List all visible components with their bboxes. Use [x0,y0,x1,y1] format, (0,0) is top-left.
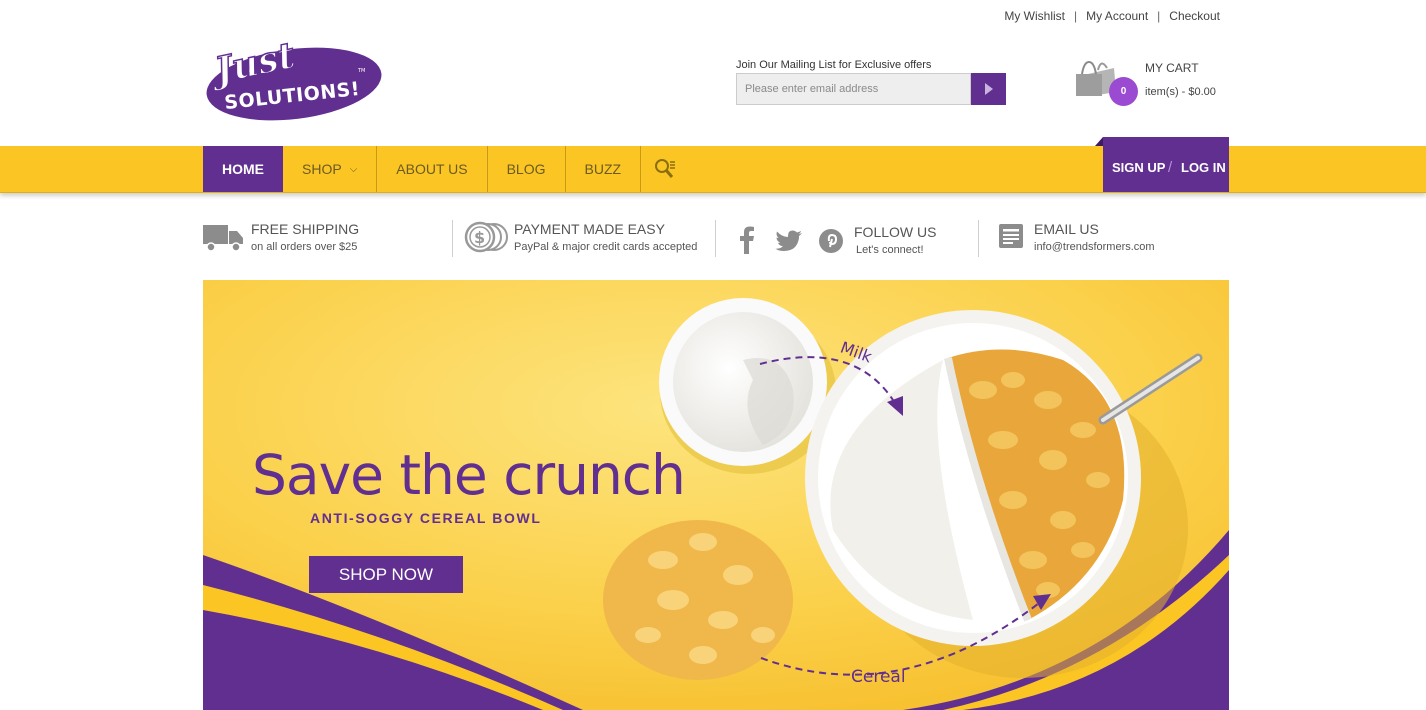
site-logo[interactable]: Just SOLUTIONS! TM [202,33,382,122]
main-nav: HOME SHOP ⌵ ABOUT US BLOG BUZZ [203,146,689,192]
email-title: EMAIL US [1034,221,1099,237]
hero-headline: Save the crunch [252,443,686,507]
log-in-link[interactable]: LOG IN [1181,160,1226,175]
cart-count-badge: 0 [1109,77,1138,106]
cart-summary: item(s) - $0.00 [1145,86,1216,98]
search-icon [655,159,676,178]
nav-label: BLOG [506,161,546,177]
top-links: My Wishlist | My Account | Checkout [1004,9,1220,23]
nav-home[interactable]: HOME [203,146,283,192]
svg-text:$: $ [474,228,485,247]
nav-label: BUZZ [584,161,622,177]
facebook-icon[interactable] [738,226,756,254]
email-field[interactable] [736,73,971,105]
hero-subhead: ANTI-SOGGY CEREAL BOWL [310,510,542,526]
payment-sub: PayPal & major credit cards accepted [514,241,698,253]
chevron-down-icon: ⌵ [349,163,358,175]
shipping-sub: on all orders over $25 [251,241,358,253]
follow-sub: Let's connect! [856,244,924,256]
cart-title[interactable]: MY CART [1145,61,1199,75]
truck-icon [203,225,243,252]
subscribe-button[interactable] [971,73,1006,105]
twitter-icon[interactable] [775,230,803,252]
nav-shop[interactable]: SHOP ⌵ [283,146,378,192]
nav-about[interactable]: ABOUT US [377,146,488,192]
info-divider [715,220,716,257]
shop-now-button[interactable]: SHOP NOW [309,556,463,593]
info-divider [978,220,979,257]
nav-blog[interactable]: BLOG [488,146,566,192]
auth-divider: / [1168,159,1173,176]
info-divider [452,220,453,257]
nav-buzz[interactable]: BUZZ [566,146,642,192]
coins-icon: $ [464,221,508,253]
nav-label: SHOP [302,161,342,177]
nav-label: HOME [222,161,264,177]
link-separator: | [1157,9,1161,23]
account-link[interactable]: My Account [1086,9,1148,23]
email-address[interactable]: info@trendsformers.com [1034,241,1155,253]
follow-title: FOLLOW US [854,224,937,240]
nav-label: ABOUT US [396,161,468,177]
play-arrow-icon [984,83,993,95]
search-button[interactable] [641,146,689,192]
sign-up-link[interactable]: SIGN UP [1112,160,1165,175]
cereal-label: Cereal [851,667,906,687]
svg-text:TM: TM [357,68,365,74]
pinterest-icon[interactable] [818,228,844,254]
link-separator: | [1074,9,1078,23]
newsletter-icon [999,224,1023,248]
checkout-link[interactable]: Checkout [1169,9,1220,23]
shipping-title: FREE SHIPPING [251,221,360,237]
wishlist-link[interactable]: My Wishlist [1004,9,1065,23]
mailing-label: Join Our Mailing List for Exclusive offe… [736,59,932,71]
payment-title: PAYMENT MADE EASY [514,221,665,237]
